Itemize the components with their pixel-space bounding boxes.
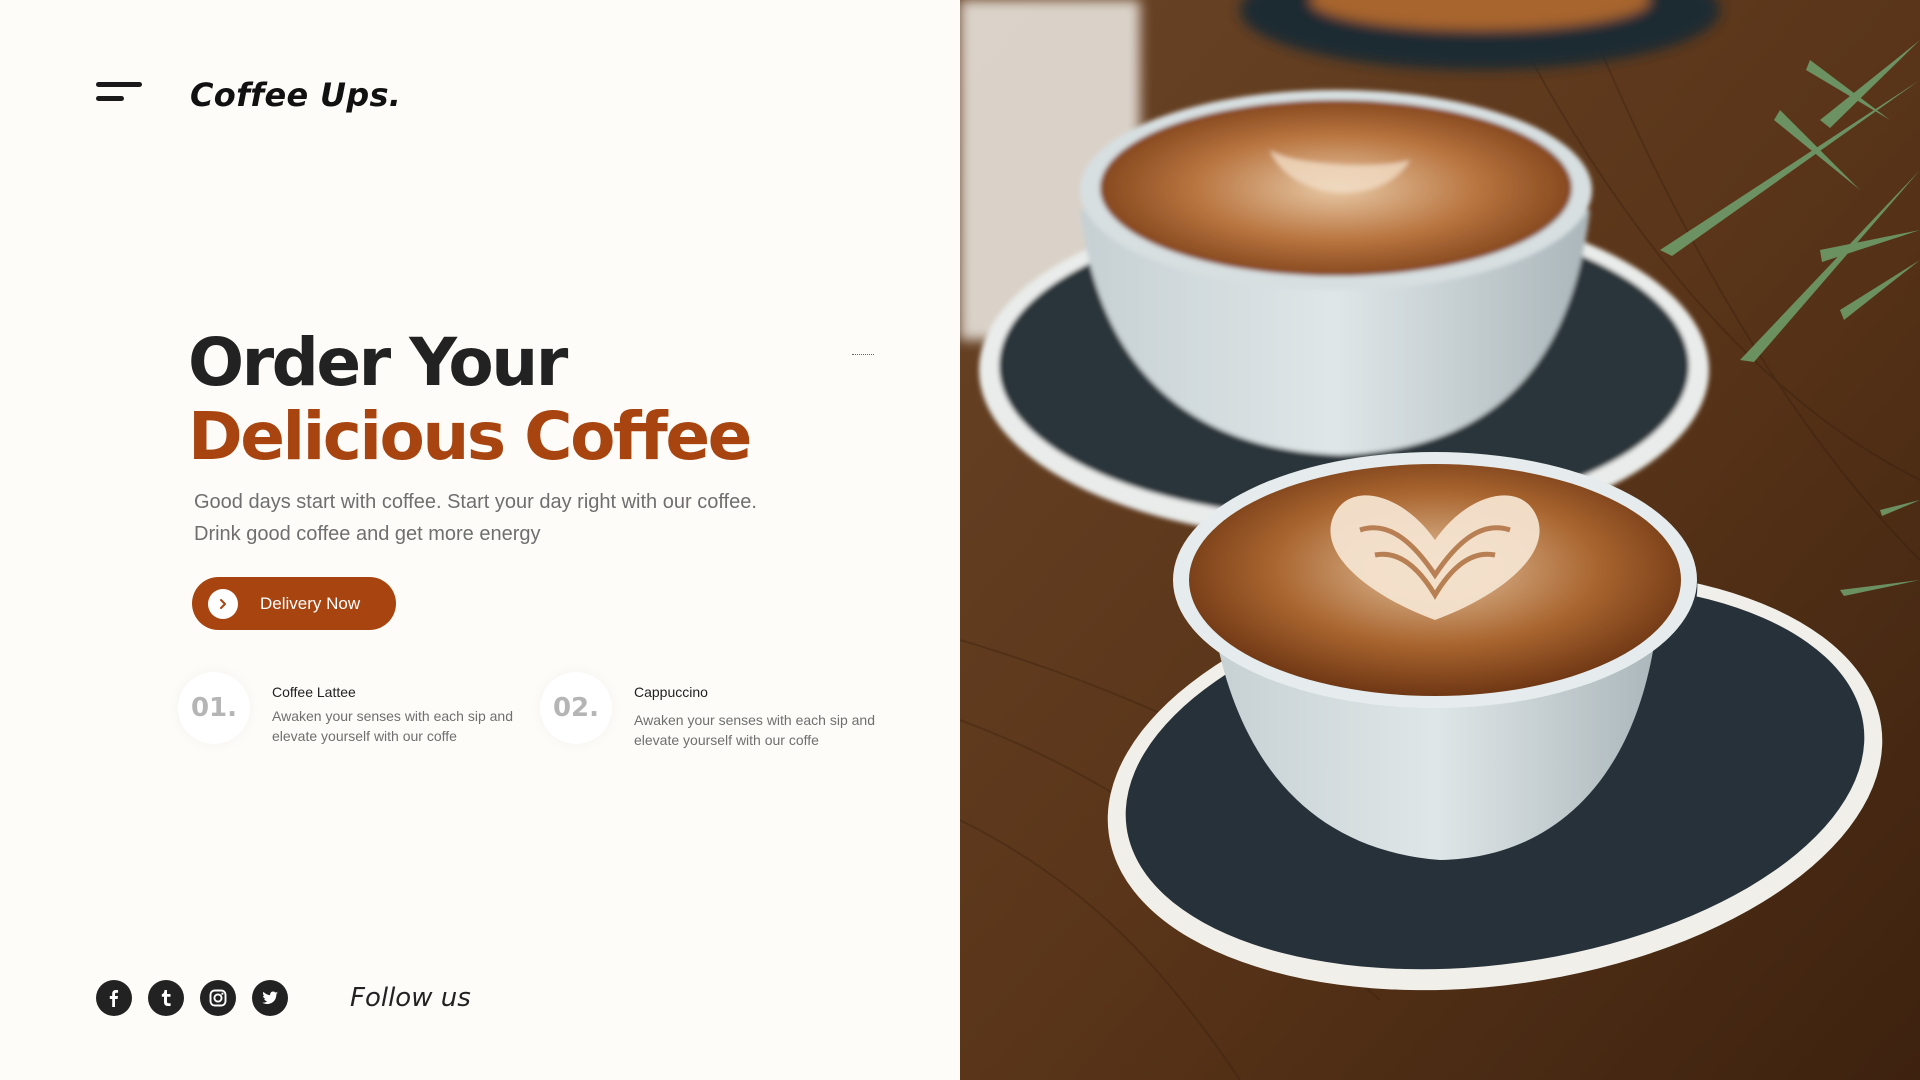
- feature-number: 02.: [540, 672, 612, 744]
- tumblr-icon[interactable]: [148, 980, 184, 1016]
- twitter-icon[interactable]: [252, 980, 288, 1016]
- feature-title: Cappuccino: [634, 684, 708, 700]
- follow-us-label: Follow us: [350, 983, 471, 1013]
- feature-number: 01.: [178, 672, 250, 744]
- delivery-now-button[interactable]: Delivery Now: [192, 577, 396, 630]
- decorative-divider: [852, 354, 874, 356]
- facebook-icon[interactable]: [96, 980, 132, 1016]
- menu-bar-top: [96, 82, 142, 87]
- latte-art-cups-photo: [960, 0, 1920, 1080]
- hamburger-menu-icon[interactable]: [96, 82, 144, 104]
- subtitle-line-1: Good days start with coffee. Start your …: [194, 491, 757, 513]
- brand-logo[interactable]: Coffee Ups.: [190, 76, 401, 114]
- hero-headline: Order Your Delicious Coffee: [188, 324, 752, 475]
- subtitle-line-2: Drink good coffee and get more energy: [194, 523, 541, 545]
- left-panel: Coffee Ups. Order Your Delicious Coffee …: [0, 0, 960, 1080]
- feature-description: Awaken your senses with each sip and ele…: [634, 712, 875, 748]
- instagram-icon[interactable]: [200, 980, 236, 1016]
- feature-description: Awaken your senses with each sip and ele…: [272, 708, 513, 744]
- chevron-right-icon: [208, 588, 238, 619]
- delivery-now-label: Delivery Now: [260, 593, 361, 613]
- hero-subtitle: Good days start with coffee. Start your …: [194, 486, 814, 550]
- headline-line-1: Order Your: [188, 324, 568, 401]
- feature-title: Coffee Lattee: [272, 684, 356, 700]
- social-links: Follow us: [96, 980, 471, 1016]
- menu-bar-bottom: [96, 96, 124, 101]
- headline-line-2: Delicious Coffee: [188, 398, 752, 475]
